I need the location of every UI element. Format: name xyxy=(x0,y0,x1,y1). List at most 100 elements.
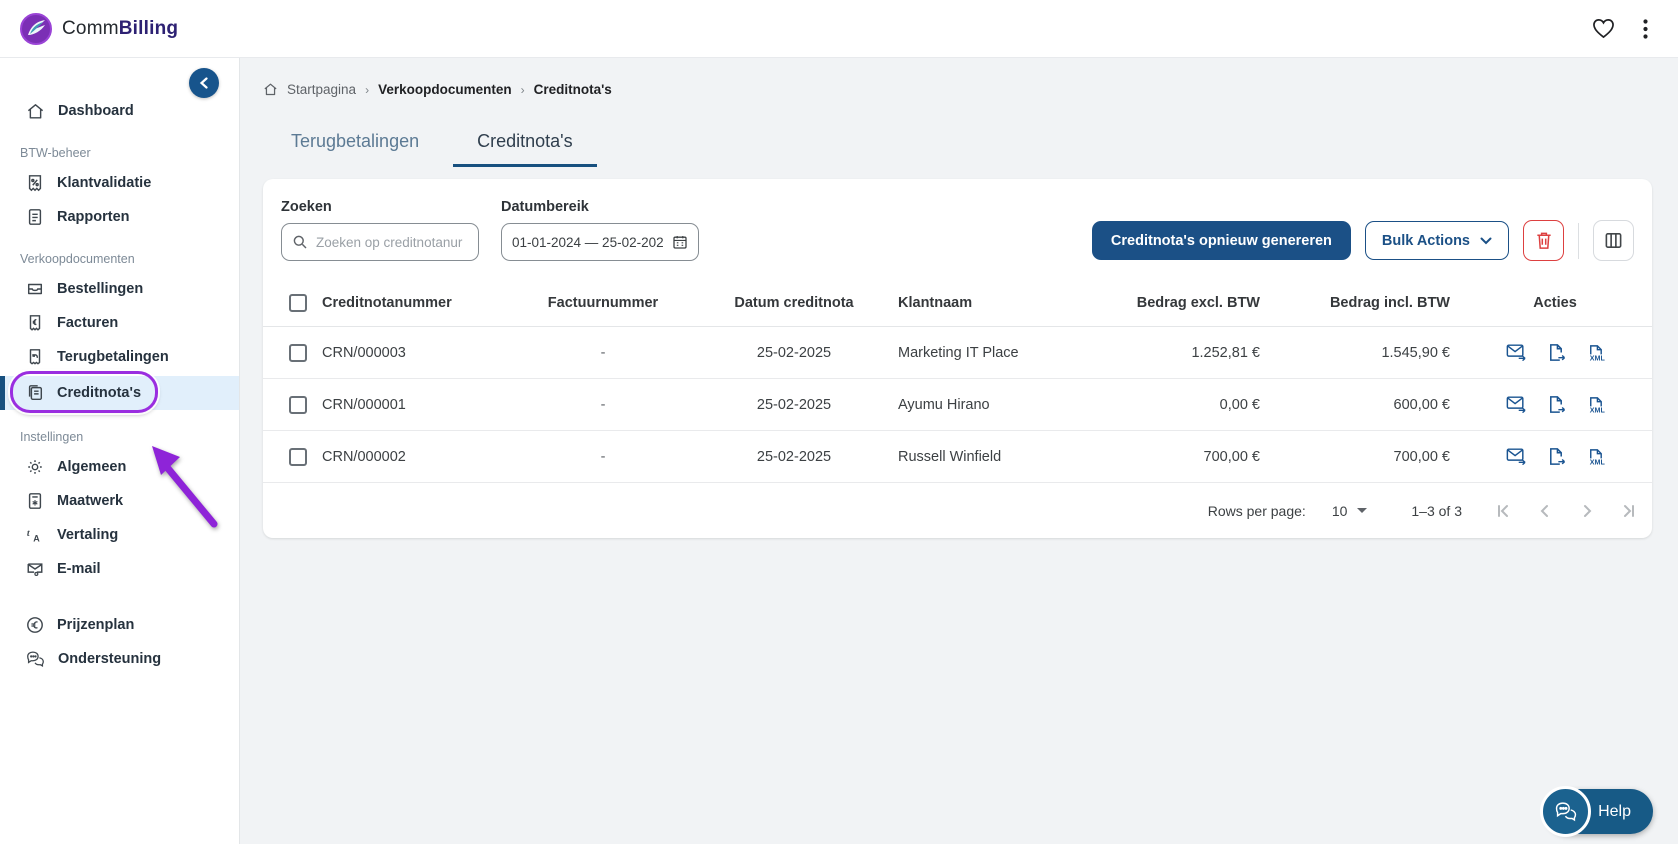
cell-bedrag-excl: 700,00 € xyxy=(1203,448,1260,465)
cell-creditnotanummer: CRN/000002 xyxy=(322,448,406,465)
row-checkbox[interactable] xyxy=(289,343,307,362)
file-export-icon xyxy=(1547,447,1565,466)
orders-icon xyxy=(26,280,44,298)
breadcrumb-home-icon xyxy=(263,82,278,97)
sidebar-item-terugbetalingen[interactable]: Terugbetalingen xyxy=(0,342,239,372)
breadcrumb-separator: › xyxy=(520,82,525,97)
search-icon xyxy=(292,234,308,250)
last-page-button[interactable] xyxy=(1620,502,1638,520)
column-header-bedrag-incl[interactable]: Bedrag incl. BTW xyxy=(1268,295,1458,311)
tab-creditnotas[interactable]: Creditnota's xyxy=(453,123,597,167)
sidebar-item-facturen[interactable]: Facturen xyxy=(0,308,239,338)
sidebar-item-algemeen[interactable]: Algemeen xyxy=(0,452,239,482)
brand-suffix: Billing xyxy=(118,17,179,39)
tab-terugbetalingen[interactable]: Terugbetalingen xyxy=(267,123,443,167)
bulk-actions-button[interactable]: Bulk Actions xyxy=(1364,221,1509,260)
xml-file-icon: XML xyxy=(1586,447,1605,466)
delete-selected-button[interactable] xyxy=(1523,220,1564,261)
svg-text:t: t xyxy=(27,528,30,539)
send-email-button[interactable] xyxy=(1506,447,1526,466)
regenerate-creditnotas-button[interactable]: Creditnota's opnieuw genereren xyxy=(1091,221,1351,260)
select-all-checkbox[interactable] xyxy=(289,293,307,312)
sidebar-section-verkoopdocumenten: Verkoopdocumenten xyxy=(20,252,135,266)
chevron-right-icon xyxy=(1578,502,1596,520)
cell-klantnaam: Russell Winfield xyxy=(898,448,1002,465)
download-xml-button[interactable]: XML xyxy=(1586,343,1605,362)
export-pdf-button[interactable] xyxy=(1547,447,1565,466)
xml-file-icon: XML xyxy=(1586,343,1605,362)
brand-logo[interactable]: CommBilling xyxy=(20,12,179,45)
column-header-acties: Acties xyxy=(1533,294,1577,311)
help-label: Help xyxy=(1598,802,1631,820)
table-row[interactable]: CRN/000003 - 25-02-2025 Marketing IT Pla… xyxy=(263,327,1652,379)
column-settings-button[interactable] xyxy=(1593,220,1634,261)
sidebar-item-rapporten[interactable]: Rapporten xyxy=(0,202,239,232)
row-checkbox[interactable] xyxy=(289,447,307,466)
column-header-bedrag-excl[interactable]: Bedrag excl. BTW xyxy=(1083,295,1268,311)
report-icon xyxy=(26,208,44,226)
creditnotas-table: Creditnotanummer Factuurnummer Datum cre… xyxy=(263,279,1652,483)
send-email-button[interactable] xyxy=(1506,395,1526,414)
export-pdf-button[interactable] xyxy=(1547,343,1565,362)
cell-datum: 25-02-2025 xyxy=(756,344,832,361)
send-email-button[interactable] xyxy=(1506,343,1526,362)
first-page-button[interactable] xyxy=(1494,502,1512,520)
custom-doc-icon xyxy=(26,492,44,510)
column-header-factuurnummer[interactable]: Factuurnummer xyxy=(493,295,713,311)
column-header-creditnotanummer[interactable]: Creditnotanummer xyxy=(319,295,493,311)
svg-text:XML: XML xyxy=(1589,459,1604,466)
cell-bedrag-incl: 700,00 € xyxy=(1393,448,1450,465)
file-export-icon xyxy=(1547,395,1565,414)
svg-text:XML: XML xyxy=(1589,355,1604,362)
pagination-range: 1–3 of 3 xyxy=(1411,502,1462,519)
sidebar-item-creditnotas[interactable]: Creditnota's xyxy=(0,371,239,413)
search-input[interactable] xyxy=(316,234,468,250)
pagination-bar: Rows per page: 10 1–3 of 3 xyxy=(263,483,1652,538)
table-row[interactable]: CRN/000001 - 25-02-2025 Ayumu Hirano 0,0… xyxy=(263,379,1652,431)
breadcrumb-startpagina[interactable]: Startpagina xyxy=(287,82,356,97)
gear-icon xyxy=(26,458,44,476)
cell-creditnotanummer: CRN/000003 xyxy=(322,344,406,361)
brand-logo-icon xyxy=(20,12,52,45)
envelope-send-icon xyxy=(1506,395,1526,414)
cell-klantnaam: Ayumu Hirano xyxy=(898,396,990,413)
sidebar-item-bestellingen[interactable]: Bestellingen xyxy=(0,274,239,304)
column-header-klantnaam[interactable]: Klantnaam xyxy=(875,295,1083,311)
cell-datum: 25-02-2025 xyxy=(756,448,832,465)
sidebar-item-dashboard[interactable]: Dashboard xyxy=(0,96,239,126)
sidebar-item-klantvalidatie[interactable]: Klantvalidatie xyxy=(0,168,239,198)
sidebar: Dashboard BTW-beheer Klantvalidatie Rapp… xyxy=(0,58,240,844)
next-page-button[interactable] xyxy=(1578,502,1596,520)
xml-file-icon: XML xyxy=(1586,395,1605,414)
top-bar: CommBilling xyxy=(0,0,1678,58)
cell-klantnaam: Marketing IT Place xyxy=(898,344,1019,361)
download-xml-button[interactable]: XML xyxy=(1586,447,1605,466)
sidebar-item-maatwerk[interactable]: Maatwerk xyxy=(0,486,239,516)
cell-factuurnummer: - xyxy=(600,448,606,465)
column-header-datum-creditnota[interactable]: Datum creditnota xyxy=(713,295,875,311)
sidebar-item-vertaling[interactable]: t A Vertaling xyxy=(0,520,239,550)
export-pdf-button[interactable] xyxy=(1547,395,1565,414)
last-page-icon xyxy=(1620,502,1638,520)
sidebar-item-email[interactable]: E-mail xyxy=(0,554,239,584)
more-options-button[interactable] xyxy=(1643,18,1648,39)
sidebar-collapse-button[interactable] xyxy=(189,68,219,98)
sidebar-item-label: Facturen xyxy=(57,315,119,331)
help-button[interactable]: Help xyxy=(1540,786,1653,837)
favorites-heart-button[interactable] xyxy=(1592,18,1615,39)
file-export-icon xyxy=(1547,343,1565,362)
download-xml-button[interactable]: XML xyxy=(1586,395,1605,414)
breadcrumb-verkoopdocumenten[interactable]: Verkoopdocumenten xyxy=(378,82,512,97)
rows-per-page-select[interactable]: 10 xyxy=(1332,503,1368,519)
row-checkbox[interactable] xyxy=(289,395,307,414)
table-row[interactable]: CRN/000002 - 25-02-2025 Russell Winfield… xyxy=(263,431,1652,483)
action-buttons: Creditnota's opnieuw genereren Bulk Acti… xyxy=(1091,220,1634,261)
previous-page-button[interactable] xyxy=(1536,502,1554,520)
sidebar-item-prijzenplan[interactable]: Prijzenplan xyxy=(0,610,239,640)
breadcrumb-creditnotas[interactable]: Creditnota's xyxy=(534,82,612,97)
date-range-input[interactable]: 01-01-2024 — 25-02-202 xyxy=(501,223,699,261)
sidebar-item-label: Ondersteuning xyxy=(58,651,162,667)
table-header-row: Creditnotanummer Factuurnummer Datum cre… xyxy=(263,279,1652,327)
rows-per-page-label: Rows per page: xyxy=(1207,502,1306,519)
sidebar-item-ondersteuning[interactable]: Ondersteuning xyxy=(0,644,239,674)
